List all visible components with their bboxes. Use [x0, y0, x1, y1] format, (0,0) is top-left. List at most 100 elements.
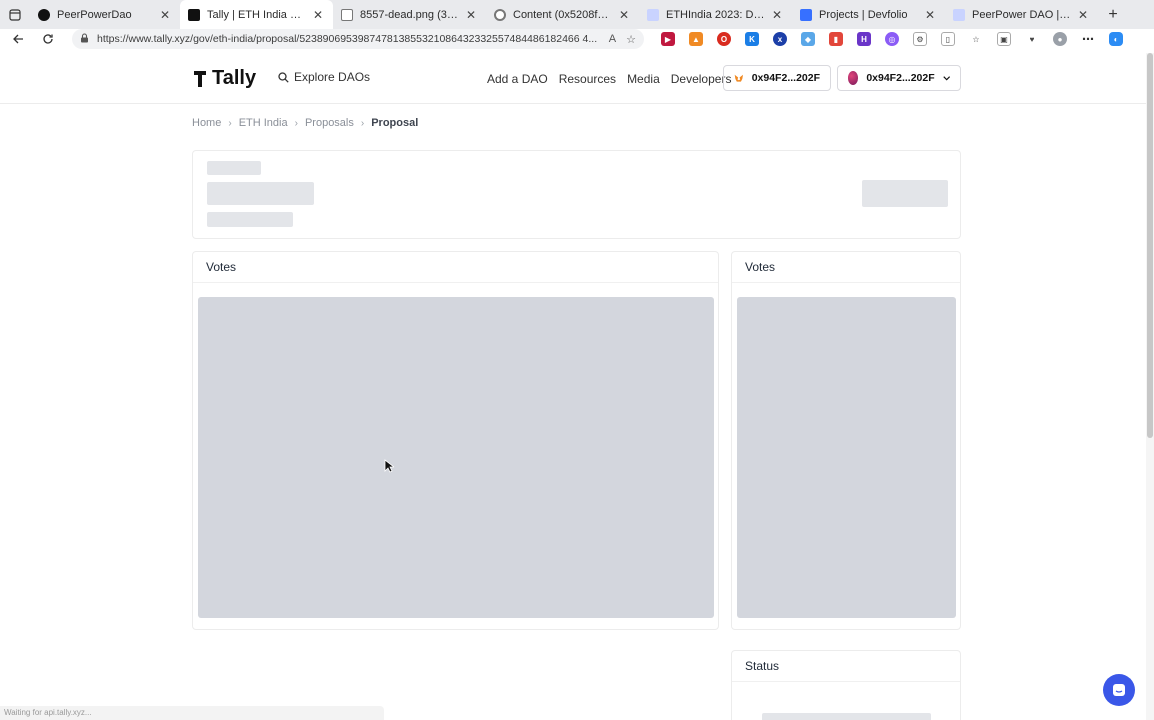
browser-tab[interactable]: Projects | Devfolio ✕ — [792, 0, 945, 29]
votes-side-card: Votes — [731, 251, 961, 630]
address-bar[interactable]: https://www.tally.xyz/gov/eth-india/prop… — [72, 29, 644, 49]
read-aloud-icon[interactable]: A — [609, 33, 616, 45]
votes-main-card: Votes — [192, 251, 719, 630]
tab-close-icon[interactable]: ✕ — [617, 8, 631, 22]
extension-opera-icon[interactable]: O — [717, 32, 731, 46]
copilot-icon[interactable]: ◐ — [1109, 32, 1123, 46]
browser-tab-strip: PeerPowerDao ✕ Tally | ETH India Proposa… — [0, 0, 1154, 29]
skeleton-meta-line — [207, 212, 293, 227]
favorite-star-icon[interactable]: ☆ — [626, 33, 636, 46]
breadcrumb-dao-link[interactable]: ETH India — [239, 117, 288, 129]
page-scrollbar[interactable] — [1146, 53, 1154, 720]
chevron-down-icon — [942, 75, 950, 80]
tab-title: PeerPowerDao — [57, 8, 132, 21]
browser-essentials-icon[interactable]: ♥ — [1025, 32, 1039, 46]
tab-favicon-icon — [494, 8, 506, 21]
breadcrumb-proposals-link[interactable]: Proposals — [305, 117, 354, 129]
site-header: Tally Explore DAOs Add a DAO Resources M… — [0, 53, 1146, 104]
search-icon — [278, 71, 289, 83]
account-avatar — [848, 71, 859, 85]
votes-main-loading-placeholder — [198, 297, 714, 618]
tab-title: PeerPower DAO | Devfolio — [972, 8, 1072, 21]
tab-favicon-icon — [647, 8, 659, 21]
tab-title: ETHIndia 2023: Dashboard | — [666, 8, 766, 21]
extensions-bar: ▶ ▲ O K x ◆ ▮ H ◎ ⚙ ▯ ☆ ▣ ♥ ● ⋯ ◐ — [654, 29, 1130, 49]
status-title: Status — [745, 659, 780, 673]
skeleton-title-line — [207, 182, 314, 205]
skeleton-status-line — [762, 713, 931, 720]
browser-toolbar: https://www.tally.xyz/gov/eth-india/prop… — [0, 29, 1154, 49]
explore-daos-button[interactable]: Explore DAOs — [278, 70, 370, 84]
nav-add-dao-link[interactable]: Add a DAO — [487, 72, 548, 86]
web-page: Tally Explore DAOs Add a DAO Resources M… — [0, 53, 1146, 720]
status-card: Status — [731, 650, 961, 720]
nav-media-link[interactable]: Media — [627, 72, 660, 86]
chat-launcher-button[interactable] — [1103, 674, 1135, 706]
extensions-puzzle-icon[interactable]: ⚙ — [913, 32, 927, 46]
reload-icon[interactable] — [34, 29, 62, 49]
more-options-icon[interactable]: ⋯ — [1081, 32, 1095, 46]
collections-icon[interactable]: ▣ — [997, 32, 1011, 46]
skeleton-status-line — [207, 161, 261, 175]
profile-avatar-icon[interactable]: ● — [1053, 32, 1067, 46]
mouse-cursor-icon — [384, 459, 394, 473]
extension-k-icon[interactable]: K — [745, 32, 759, 46]
tally-logo[interactable]: Tally — [192, 67, 256, 90]
browser-tab[interactable]: PeerPowerDao ✕ — [30, 0, 180, 29]
wallet-connect-button[interactable]: 0x94F2...202F — [723, 65, 831, 91]
tab-close-icon[interactable]: ✕ — [311, 8, 325, 22]
card-divider — [732, 681, 960, 682]
extension-x-icon[interactable]: x — [773, 32, 787, 46]
browser-tab[interactable]: Content (0x5208f311D5642… ✕ — [486, 0, 639, 29]
back-icon[interactable] — [4, 29, 32, 49]
tally-logo-icon — [194, 70, 206, 87]
votes-side-loading-placeholder — [737, 297, 956, 618]
nav-resources-link[interactable]: Resources — [559, 72, 616, 86]
extension-drop-icon[interactable]: ◆ — [801, 32, 815, 46]
account-menu-button[interactable]: 0x94F2...202F — [837, 65, 961, 91]
breadcrumb-current: Proposal — [371, 117, 419, 129]
tab-favicon-icon — [38, 8, 50, 21]
browser-tab[interactable]: 8557-dead.png (3014×3014) ✕ — [333, 0, 486, 29]
tab-close-icon[interactable]: ✕ — [1076, 8, 1090, 22]
browser-status-bar: Waiting for api.tally.xyz... — [0, 706, 384, 720]
site-nav: Add a DAO Resources Media Developers — [487, 72, 742, 86]
lock-icon[interactable] — [80, 32, 89, 46]
tab-title: 8557-dead.png (3014×3014) — [360, 8, 460, 21]
tab-close-icon[interactable]: ✕ — [770, 8, 784, 22]
browser-tab[interactable]: ETHIndia 2023: Dashboard | ✕ — [639, 0, 792, 29]
tab-favicon-icon — [341, 8, 353, 21]
wallet-address: 0x94F2...202F — [751, 72, 820, 84]
tab-close-icon[interactable]: ✕ — [464, 8, 478, 22]
metamask-extension-icon[interactable]: ▲ — [689, 32, 703, 46]
tab-favicon-icon — [800, 8, 812, 21]
browser-tab-active[interactable]: Tally | ETH India Proposal ✕ — [180, 0, 333, 29]
chevron-right-icon: › — [360, 117, 365, 129]
favorites-icon[interactable]: ☆ — [969, 32, 983, 46]
tab-close-icon[interactable]: ✕ — [158, 8, 172, 22]
account-address: 0x94F2...202F — [866, 72, 935, 84]
votes-side-title: Votes — [745, 260, 776, 274]
breadcrumb-home-link[interactable]: Home — [192, 117, 221, 129]
browser-tab[interactable]: PeerPower DAO | Devfolio ✕ — [945, 0, 1098, 29]
tab-favicon-icon — [953, 8, 965, 21]
tab-title: Projects | Devfolio — [819, 8, 908, 21]
tab-title: Tally | ETH India Proposal — [207, 8, 307, 21]
scrollbar-thumb[interactable] — [1147, 53, 1153, 438]
url-text[interactable]: https://www.tally.xyz/gov/eth-india/prop… — [97, 33, 599, 45]
chevron-right-icon: › — [228, 117, 232, 129]
extension-flag-icon[interactable]: ▮ — [829, 32, 843, 46]
explore-daos-label: Explore DAOs — [294, 70, 371, 84]
skeleton-action-button — [862, 180, 948, 207]
extension-h-icon[interactable]: H — [857, 32, 871, 46]
logo-text: Tally — [212, 67, 257, 89]
split-screen-icon[interactable]: ▯ — [941, 32, 955, 46]
breadcrumb: Home › ETH India › Proposals › Proposal — [192, 117, 418, 129]
tab-actions-icon[interactable] — [0, 0, 30, 29]
chevron-right-icon: › — [294, 117, 298, 129]
tab-close-icon[interactable]: ✕ — [923, 8, 937, 22]
new-tab-icon[interactable]: + — [1098, 0, 1128, 29]
tab-favicon-icon — [188, 8, 200, 21]
extension-red-icon[interactable]: ▶ — [661, 32, 675, 46]
extension-circle-icon[interactable]: ◎ — [885, 32, 899, 46]
